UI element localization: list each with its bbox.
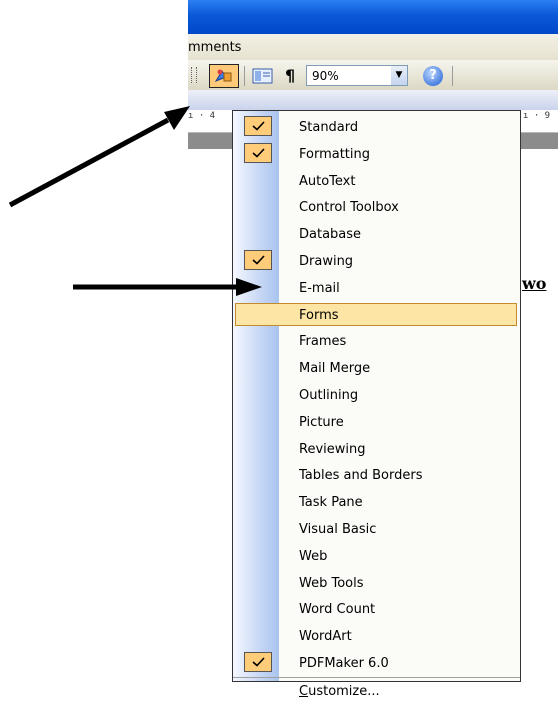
annotation-arrows [8,106,262,296]
annotation-arrow-icon [73,278,262,296]
annotation-arrow-icon [8,106,190,208]
